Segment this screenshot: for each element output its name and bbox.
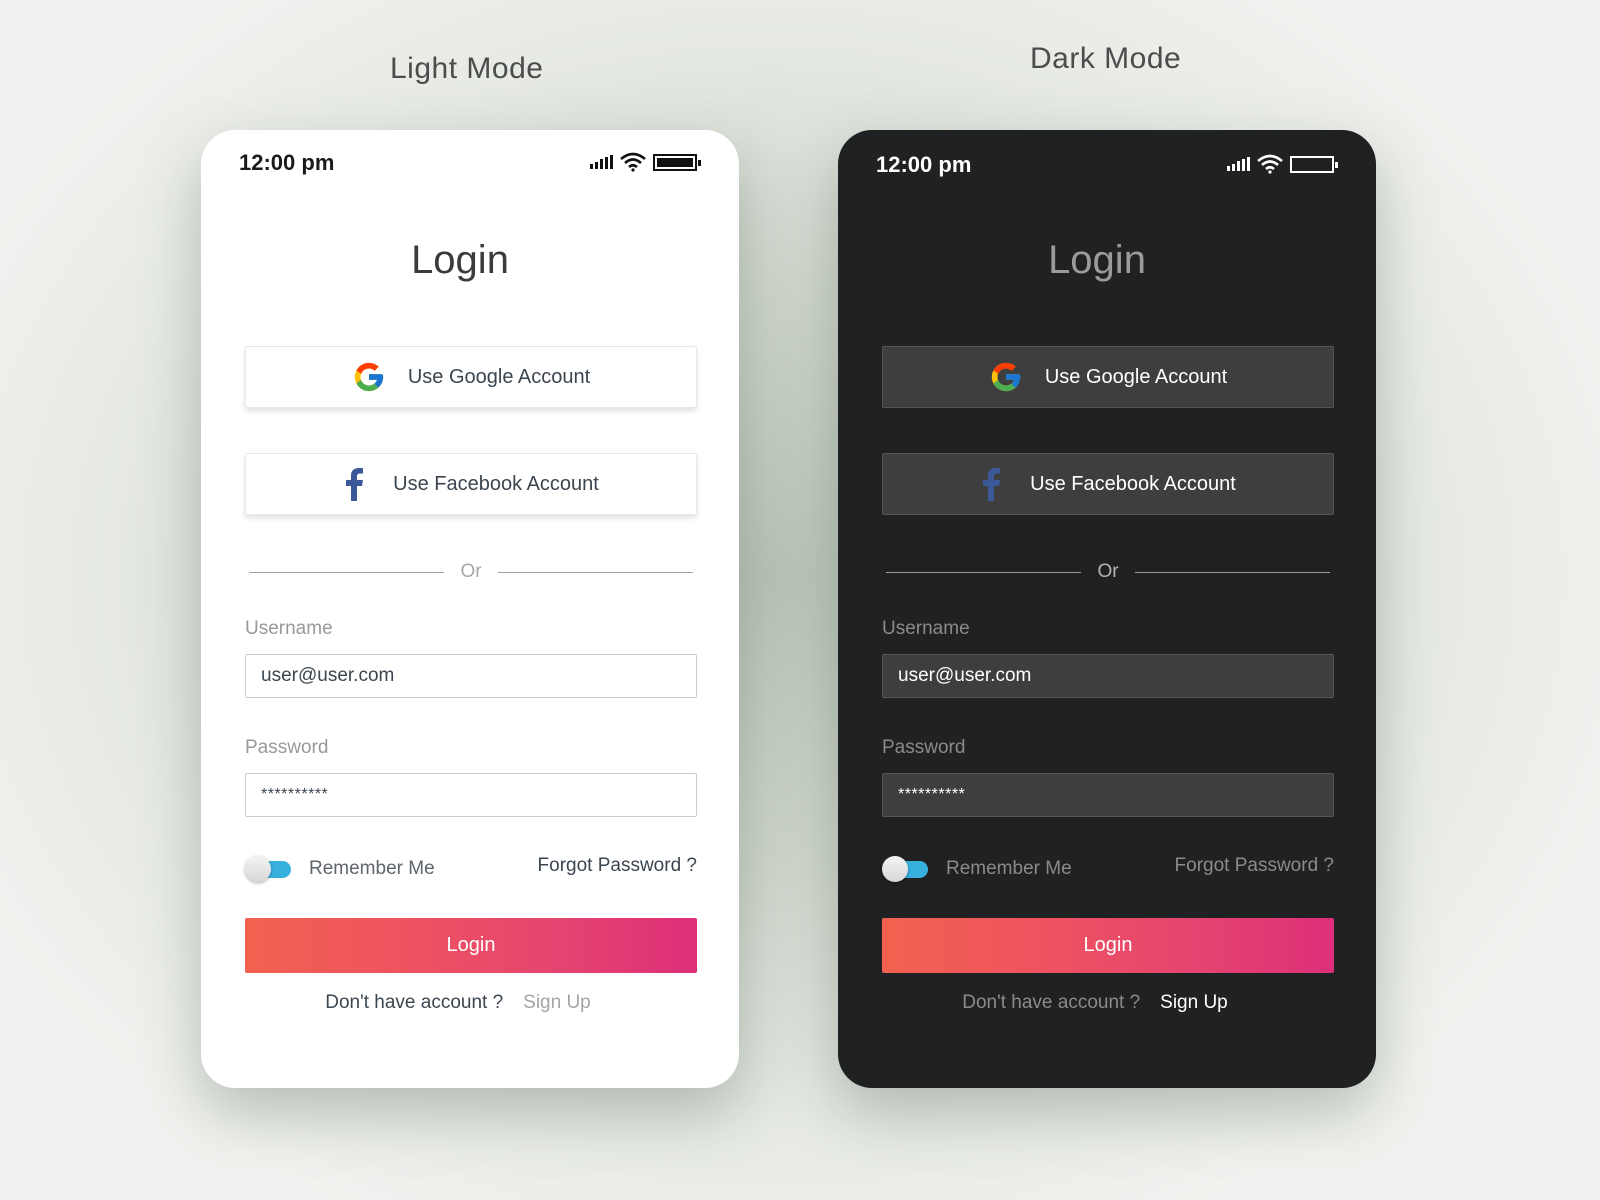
google-icon [354,362,383,392]
divider-text: Or [1097,561,1119,582]
wifi-icon [620,152,646,172]
username-label: Username [882,618,970,639]
signup-link[interactable]: Sign Up [523,992,591,1014]
signal-icon [1227,157,1250,171]
page-title: Login [1048,238,1146,282]
google-icon [991,362,1020,392]
remember-me-label: Remember Me [309,858,435,879]
forgot-password-link[interactable]: Forgot Password ? [1175,855,1334,877]
divider-text: Or [460,561,482,582]
facebook-button-label: Use Facebook Account [393,472,599,495]
status-bar: 12:00 pm [239,150,701,180]
login-button[interactable]: Login [245,918,697,973]
signup-link[interactable]: Sign Up [1160,992,1228,1014]
username-input[interactable]: user@user.com [245,654,697,698]
facebook-icon [983,468,1001,501]
status-bar: 12:00 pm [876,152,1338,182]
page-title: Login [411,238,509,282]
login-button[interactable]: Login [882,918,1334,973]
or-divider: Or [886,560,1331,584]
light-mode-heading: Light Mode [390,52,544,85]
password-input[interactable]: ********** [882,773,1334,817]
status-icons [590,152,701,172]
facebook-login-button[interactable]: Use Facebook Account [245,453,697,515]
facebook-button-label: Use Facebook Account [1030,472,1236,495]
wifi-icon [1257,154,1283,174]
remember-me-toggle[interactable] [882,856,928,882]
forgot-password-link[interactable]: Forgot Password ? [538,855,697,877]
toggle-knob [245,856,271,882]
divider-line [497,571,694,573]
remember-me-toggle[interactable] [245,856,291,882]
battery-icon [1290,155,1338,173]
toggle-knob [882,856,908,882]
battery-icon [653,153,701,171]
remember-me-label: Remember Me [946,858,1072,879]
google-login-button[interactable]: Use Google Account [245,346,697,408]
light-mode-phone: 12:00 pm Login Use Google Account Use Fa… [201,130,739,1088]
divider-line [1134,571,1331,573]
signup-footer: Don't have account ? Sign Up [826,992,1364,1014]
username-input[interactable]: user@user.com [882,654,1334,698]
status-time: 12:00 pm [876,152,972,177]
google-button-label: Use Google Account [407,365,591,388]
password-label: Password [882,737,966,758]
no-account-text: Don't have account ? [325,992,504,1013]
no-account-text: Don't have account ? [962,992,1141,1013]
or-divider: Or [249,560,694,584]
dark-mode-heading: Dark Mode [1030,42,1182,75]
facebook-login-button[interactable]: Use Facebook Account [882,453,1334,515]
facebook-icon [346,468,364,501]
google-login-button[interactable]: Use Google Account [882,346,1334,408]
divider-line [249,571,445,573]
status-icons [1227,154,1338,174]
google-button-label: Use Google Account [1044,365,1228,388]
status-time: 12:00 pm [239,150,335,175]
password-label: Password [245,737,329,758]
password-input[interactable]: ********** [245,773,697,817]
username-label: Username [245,618,333,639]
dark-mode-phone: 12:00 pm Login Use Google Account Use Fa… [838,130,1376,1088]
signal-icon [590,155,613,169]
signup-footer: Don't have account ? Sign Up [189,992,727,1014]
divider-line [886,571,1082,573]
